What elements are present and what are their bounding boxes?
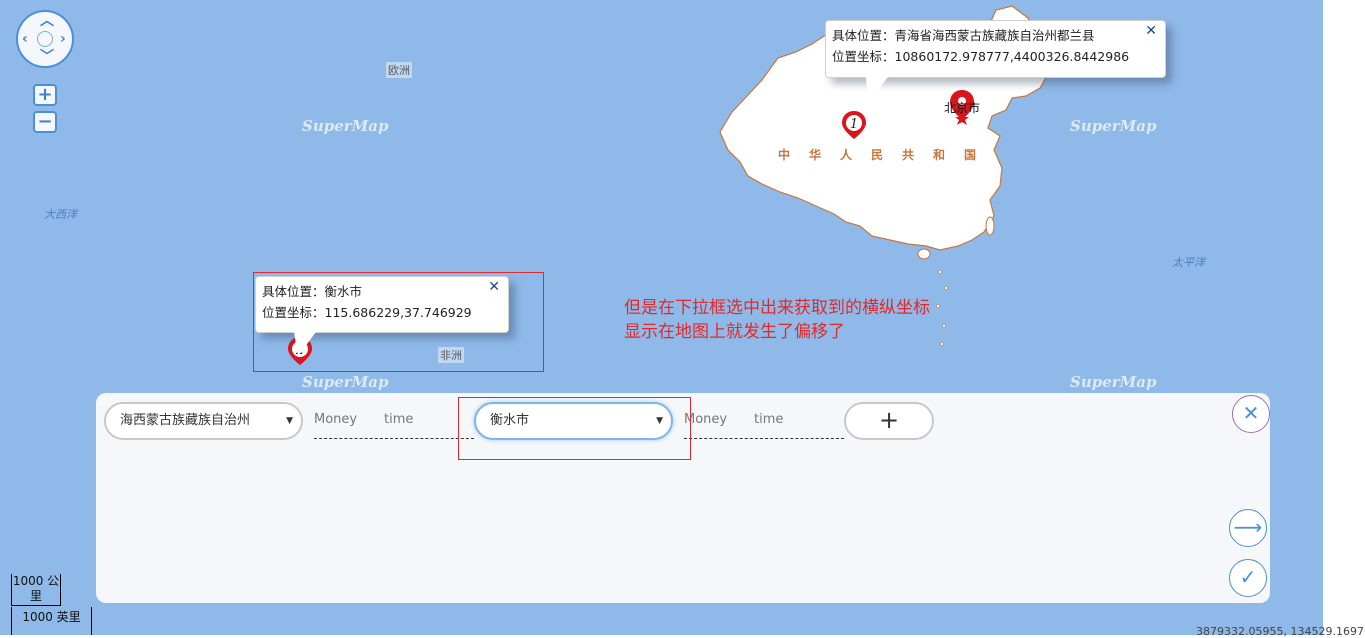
pan-up-icon[interactable]: ︿ (40, 14, 54, 28)
chevron-down-icon: ▼ (286, 416, 293, 426)
zoom-out-button[interactable]: − (33, 111, 57, 133)
location-select-1[interactable]: 海西蒙古族藏族自治州 ▼ (104, 402, 303, 440)
popup-coord-row: 位置坐标：10860172.978777,4400326.8442986 (832, 46, 1159, 67)
coord-label: 位置坐标： (832, 49, 895, 64)
location-value: 青海省海西蒙古族藏族自治州都兰县 (894, 28, 1095, 43)
island-dot (944, 286, 948, 290)
time-field-1[interactable]: time (384, 412, 413, 427)
popup-location-row: 具体位置：青海省海西蒙古族藏族自治州都兰县 (832, 25, 1159, 46)
supermap-watermark: SuperMap (1070, 117, 1157, 135)
label-atlantic: 大西洋 (44, 208, 77, 221)
annotation-line-2: 显示在地图上就发生了偏移了 (624, 322, 845, 342)
field-underline-2 (684, 438, 844, 439)
scale-bar-mi: 1000 英里 (11, 607, 92, 635)
marker-1-number: 1 (850, 117, 858, 132)
annotation-line-1: 但是在下拉框选中出来获取到的横纵坐标 (624, 298, 930, 318)
popup-close-icon[interactable]: ✕ (1145, 23, 1157, 39)
time-field-2[interactable]: time (754, 412, 783, 427)
supermap-watermark: SuperMap (302, 373, 389, 391)
pan-right-icon[interactable]: › (60, 32, 66, 46)
select-1-value: 海西蒙古族藏族自治州 (120, 413, 251, 428)
confirm-button[interactable]: ✓ (1229, 559, 1267, 597)
highlight-box-popup (253, 272, 544, 372)
island-taiwan (985, 216, 995, 236)
field-underline-1 (314, 438, 474, 439)
cursor-coordinates: 3879332.05955, 134529.16976 (1196, 625, 1365, 638)
zoom-in-button[interactable]: + (33, 84, 57, 106)
label-pacific: 太平洋 (1172, 256, 1205, 269)
marker-1[interactable]: 1 (841, 110, 867, 140)
scale-bar-km: 1000 公里 (11, 574, 61, 606)
money-field-1[interactable]: Money (314, 412, 357, 427)
next-arrow-button[interactable]: ⟶ (1229, 509, 1267, 547)
island-dot (938, 270, 942, 274)
supermap-watermark: SuperMap (302, 117, 389, 135)
label-europe: 欧洲 (386, 62, 412, 78)
popup-top-tail (866, 77, 888, 103)
label-china: 中华人民共和国 (778, 148, 996, 162)
popup-location-top: 具体位置：青海省海西蒙古族藏族自治州都兰县 位置坐标：10860172.9787… (825, 20, 1166, 78)
supermap-watermark: SuperMap (1070, 373, 1157, 391)
highlight-box-select (458, 397, 691, 460)
pan-down-icon[interactable]: ﹀ (40, 50, 54, 64)
island-dot (942, 324, 946, 328)
pan-center-icon[interactable] (37, 31, 53, 47)
pan-control[interactable]: ︿ ﹀ ‹ › (16, 10, 74, 68)
island-hainan (917, 248, 931, 260)
pan-left-icon[interactable]: ‹ (22, 32, 28, 46)
marker-pin-icon: 1 (842, 111, 866, 139)
island-dot (936, 304, 940, 308)
close-panel-button[interactable]: ✕ (1232, 395, 1270, 433)
island-dot (940, 342, 944, 346)
label-beijing: 北京市 (944, 101, 981, 115)
location-label: 具体位置： (832, 28, 895, 43)
add-stop-button[interactable]: + (844, 402, 934, 440)
coord-value: 10860172.978777,4400326.8442986 (894, 49, 1130, 64)
